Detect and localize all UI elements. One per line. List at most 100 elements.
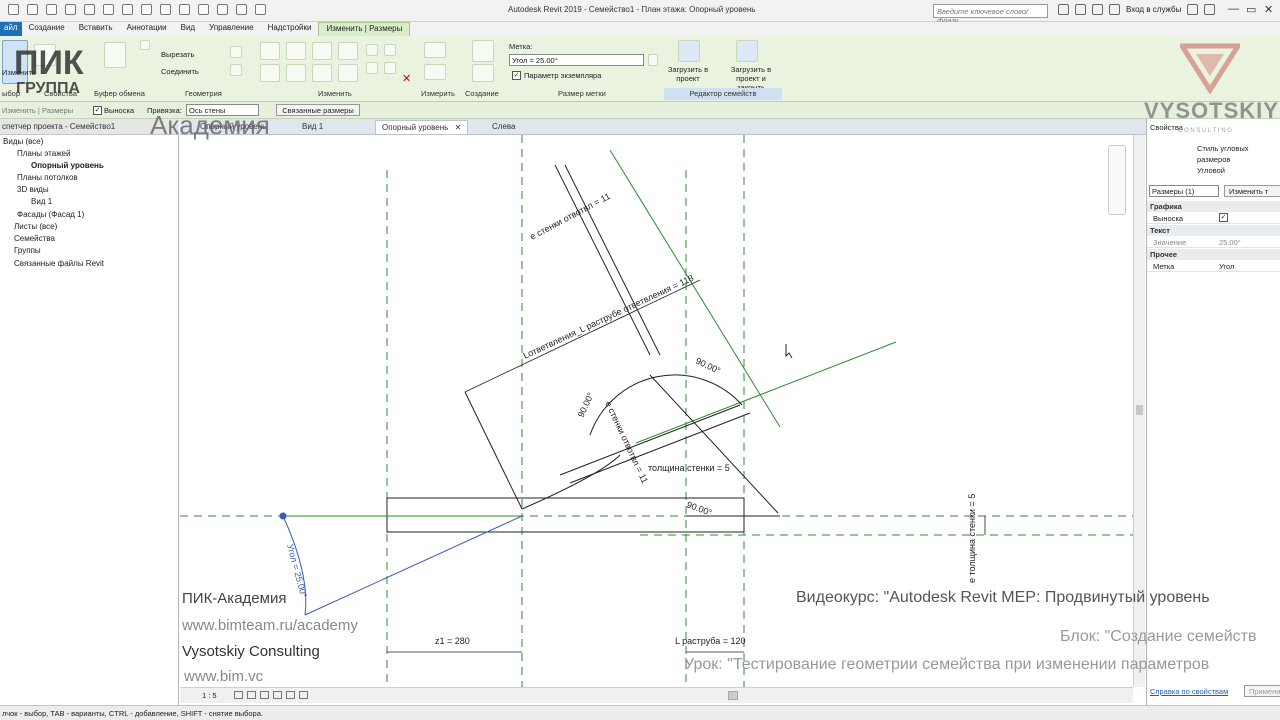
leader-checkbox[interactable]: ✓	[93, 106, 102, 115]
search-input[interactable]: Введите ключевое слово/фразу	[933, 4, 1048, 25]
hide-isolate-icon[interactable]	[299, 691, 308, 699]
switch-windows-icon[interactable]	[255, 4, 266, 15]
paint-icon[interactable]	[230, 64, 242, 76]
paste-icon[interactable]	[104, 42, 126, 68]
minimize-icon[interactable]: —	[1228, 3, 1239, 15]
group-text[interactable]: Текст	[1147, 225, 1280, 236]
section-icon[interactable]	[198, 4, 209, 15]
maximize-icon[interactable]: ▭	[1246, 3, 1256, 16]
tab-annotate[interactable]: Аннотации	[120, 22, 174, 36]
close-icon[interactable]: ✕	[1264, 3, 1273, 16]
tree-item-floor-plans[interactable]: Планы этажей	[17, 149, 70, 158]
dim-angle-90-c[interactable]: 90.00°	[685, 499, 713, 517]
dim-angle-90-b[interactable]: 90.00°	[576, 391, 596, 419]
delete-icon[interactable]: ✕	[402, 72, 411, 85]
user-icon[interactable]	[1109, 4, 1120, 15]
subscription-icon[interactable]	[1075, 4, 1086, 15]
redo-icon[interactable]	[84, 4, 95, 15]
measure-distance-icon[interactable]	[424, 42, 446, 58]
move-icon[interactable]	[260, 64, 280, 82]
navigation-bar[interactable]	[1108, 145, 1126, 215]
cut-geometry-icon[interactable]	[140, 40, 150, 50]
tree-item-view-1[interactable]: Вид 1	[31, 197, 52, 206]
dim-angle-90-a[interactable]: 90.00°	[694, 356, 722, 376]
tree-item-3d-views[interactable]: 3D виды	[17, 185, 49, 194]
doc-tab-left[interactable]: Слева	[486, 120, 522, 134]
dim-wall-thickness-v[interactable]: е толщина стенки = 5	[967, 494, 977, 583]
binoculars-icon[interactable]	[1058, 4, 1069, 15]
thin-lines-icon[interactable]	[217, 4, 228, 15]
favorites-icon[interactable]	[1092, 4, 1103, 15]
mirror-draw-icon[interactable]	[338, 42, 358, 60]
dim-branch-socket[interactable]: Lответвления_L раструбе ответвления = 11…	[522, 273, 696, 361]
row-label-value[interactable]: Угол	[1219, 262, 1234, 271]
label-select[interactable]: Угол = 25.00°	[509, 54, 644, 66]
tree-item-ceiling-plans[interactable]: Планы потолков	[17, 173, 78, 182]
save-icon[interactable]	[27, 4, 38, 15]
undo-icon[interactable]	[65, 4, 76, 15]
detail-level-icon[interactable]	[234, 691, 243, 699]
offset-icon[interactable]	[286, 42, 306, 60]
cut-label[interactable]: Вырезать	[161, 50, 194, 59]
aligned-dimension-icon[interactable]	[424, 64, 446, 80]
tab-file[interactable]: айл	[0, 22, 22, 36]
load-and-close-icon[interactable]	[736, 40, 758, 62]
dim-wall-thickness[interactable]: толщина стенки = 5	[648, 463, 730, 473]
close-tab-icon[interactable]: ✕	[455, 123, 462, 132]
open-icon[interactable]	[8, 4, 19, 15]
scroll-thumb[interactable]	[1136, 405, 1143, 415]
angle-grip[interactable]	[279, 512, 287, 520]
signin-button[interactable]: Вход в службы	[1126, 5, 1181, 14]
rotate-icon[interactable]	[312, 64, 332, 82]
cart-icon[interactable]	[1187, 4, 1199, 15]
tree-item-ref-level[interactable]: Опорный уровень	[31, 161, 104, 170]
properties-help-link[interactable]: Справка по свойствам	[1150, 687, 1228, 696]
mirror-axis-icon[interactable]	[312, 42, 332, 60]
apply-button[interactable]: Примени	[1244, 685, 1280, 697]
align-icon[interactable]	[260, 42, 280, 60]
sync-icon[interactable]	[46, 4, 57, 15]
measure-icon[interactable]	[122, 4, 133, 15]
split-icon[interactable]	[366, 44, 378, 56]
pin-icon[interactable]	[384, 62, 396, 74]
tab-manage[interactable]: Управление	[202, 22, 260, 36]
help-icon[interactable]	[1204, 4, 1216, 15]
tree-item-families[interactable]: Семейства	[14, 234, 55, 243]
scale-icon[interactable]	[366, 62, 378, 74]
doc-tab-ref-level-active[interactable]: Опорный уровень ✕	[375, 120, 469, 134]
instance-param-checkbox[interactable]: ✓	[512, 71, 521, 80]
row-leader-checkbox[interactable]: ✓	[1219, 213, 1228, 222]
join-label[interactable]: Соединить	[161, 67, 199, 76]
tab-modify-dimensions[interactable]: Изменить | Размеры	[318, 22, 411, 36]
wall-join-icon[interactable]	[230, 46, 242, 58]
view-scale[interactable]: 1 : 5	[202, 691, 217, 700]
tab-addins[interactable]: Надстройки	[261, 22, 319, 36]
tab-insert[interactable]: Вставить	[72, 22, 120, 36]
3d-view-icon[interactable]	[179, 4, 190, 15]
properties-selector[interactable]: Размеры (1)	[1149, 185, 1219, 197]
crop-icon[interactable]	[286, 691, 295, 699]
group-other[interactable]: Прочее	[1147, 249, 1280, 260]
dim-angle-param[interactable]: Угол = 25.00°	[285, 543, 309, 599]
visual-style-icon[interactable]	[247, 691, 256, 699]
print-icon[interactable]	[103, 4, 114, 15]
array-icon[interactable]	[384, 44, 396, 56]
linked-dims-button[interactable]: Связанные размеры	[276, 104, 360, 116]
label-params-icon[interactable]	[648, 54, 658, 66]
tree-item-linked-files[interactable]: Связанные файлы Revit	[14, 259, 104, 268]
tree-item-groups[interactable]: Группы	[14, 246, 41, 255]
dim-socket-len[interactable]: L раструба = 120	[675, 636, 746, 646]
tree-item-views-all[interactable]: Виды (все)	[3, 137, 43, 146]
tree-item-elevations[interactable]: Фасады (Фасад 1)	[17, 210, 84, 219]
text-icon[interactable]	[160, 4, 171, 15]
tree-item-sheets[interactable]: Листы (все)	[14, 222, 57, 231]
sun-path-icon[interactable]	[260, 691, 269, 699]
dim-z1[interactable]: z1 = 280	[435, 636, 470, 646]
doc-tab-view-1[interactable]: Вид 1	[296, 120, 329, 134]
close-windows-icon[interactable]	[236, 4, 247, 15]
tab-create[interactable]: Создание	[22, 22, 72, 36]
load-into-project-icon[interactable]	[678, 40, 700, 62]
shadows-icon[interactable]	[273, 691, 282, 699]
tab-view[interactable]: Вид	[174, 22, 202, 36]
group-graphics[interactable]: Графика	[1147, 201, 1280, 212]
